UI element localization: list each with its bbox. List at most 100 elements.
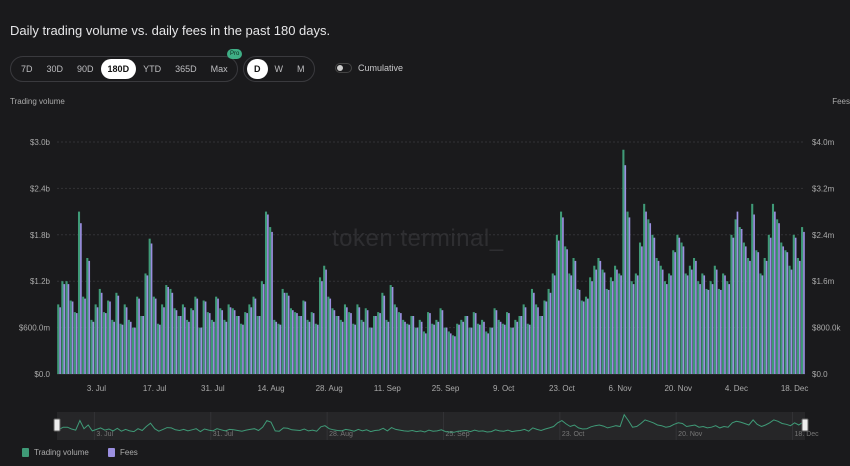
volume-bar [381, 292, 384, 374]
volume-bar [726, 281, 729, 374]
x-tick-label: 4. Dec [725, 384, 748, 393]
volume-bar [634, 273, 637, 374]
fees-bar [562, 217, 564, 374]
fees-bar [740, 229, 743, 374]
volume-bar [481, 319, 484, 374]
fees-bar [175, 310, 178, 374]
fees-bar [744, 246, 747, 374]
fees-bar [786, 252, 789, 374]
volume-bar [705, 288, 708, 374]
fees-bar [100, 292, 103, 374]
volume-bar [348, 312, 351, 374]
fees-bar [316, 324, 319, 374]
fees-bar [391, 287, 394, 374]
volume-bar [651, 234, 654, 374]
volume-bar [281, 288, 284, 374]
fees-bar [125, 307, 128, 374]
volume-bar [289, 308, 292, 374]
fees-bar [765, 260, 768, 374]
fees-bar [321, 281, 323, 374]
fees-bar [437, 321, 440, 374]
volume-bar [422, 331, 425, 374]
volume-bar [460, 319, 463, 374]
navigator-handle-right[interactable] [801, 418, 809, 432]
fees-bar [520, 316, 523, 374]
fees-bar [424, 333, 427, 374]
volume-bar [186, 319, 189, 374]
legend-fees[interactable]: Fees [108, 448, 138, 457]
fees-bar [346, 307, 348, 374]
fees-bar [383, 295, 386, 374]
fees-bar [636, 275, 639, 374]
x-tick-label: 25. Sep [432, 384, 460, 393]
fees-bar [499, 321, 502, 374]
fees-bar [267, 214, 269, 374]
y-tick-label: $3.0b [30, 138, 51, 147]
volume-bar [605, 288, 608, 374]
y2-tick-label: $0.0 [812, 370, 828, 379]
volume-bar [406, 323, 409, 374]
volume-bar [518, 316, 521, 374]
volume-bar [747, 258, 750, 374]
fees-bar [296, 313, 298, 374]
fees-bar [225, 321, 228, 374]
fees-bar [283, 292, 286, 374]
volume-bar [177, 316, 180, 374]
volume-bar [672, 250, 675, 374]
fees-bar [138, 298, 140, 374]
volume-bar [215, 296, 218, 374]
fees-bar [171, 292, 174, 374]
volume-bar [468, 327, 471, 374]
fees-bar [300, 316, 302, 374]
fees-bar [433, 324, 435, 374]
volume-bar [69, 300, 72, 374]
fees-bar [757, 252, 760, 374]
volume-bar [580, 300, 583, 374]
volume-bar [796, 258, 799, 374]
fees-bar [491, 327, 494, 374]
fees-bar [370, 327, 373, 374]
fees-bar [645, 211, 647, 374]
volume-bar [755, 250, 758, 374]
volume-bar [597, 258, 600, 374]
fees-bar [121, 324, 124, 374]
fees-bar [375, 316, 377, 374]
navigator-tick-label: 20. Nov [678, 431, 703, 438]
fees-bar [524, 307, 527, 374]
volume-bar [622, 149, 625, 374]
x-tick-label: 20. Nov [664, 384, 692, 393]
volume-bar [294, 312, 297, 374]
volume-bar [514, 319, 517, 374]
fees-bar [699, 284, 701, 374]
fees-bar [454, 336, 456, 374]
volume-bar [90, 319, 93, 374]
x-tick-label: 28. Aug [316, 384, 343, 393]
fees-bar [179, 316, 182, 374]
fees-bar [88, 260, 91, 374]
fees-bar [545, 301, 548, 374]
volume-bar [202, 300, 205, 374]
fees-bar [595, 269, 598, 374]
volume-bar [389, 285, 392, 374]
volume-bar [418, 319, 421, 374]
fees-bar [462, 321, 465, 374]
volume-bar [801, 227, 804, 374]
volume-bar [314, 323, 317, 374]
y2-tick-label: $1.6m [812, 277, 835, 286]
fees-bar [803, 231, 805, 374]
volume-bar [385, 319, 388, 374]
fees-bar [84, 298, 86, 374]
fees-bar [537, 307, 539, 374]
fees-bar [628, 217, 631, 374]
fees-bar [71, 301, 74, 374]
volume-bar [427, 312, 430, 374]
volume-bar [609, 277, 612, 374]
volume-bar [510, 327, 513, 374]
legend-volume[interactable]: Trading volume [22, 448, 89, 457]
fees-bar [242, 324, 244, 374]
volume-bar [643, 203, 646, 374]
fees-bar [753, 214, 755, 374]
navigator-handle-left[interactable] [53, 418, 61, 432]
volume-bar [526, 323, 529, 374]
volume-bar [252, 296, 255, 374]
